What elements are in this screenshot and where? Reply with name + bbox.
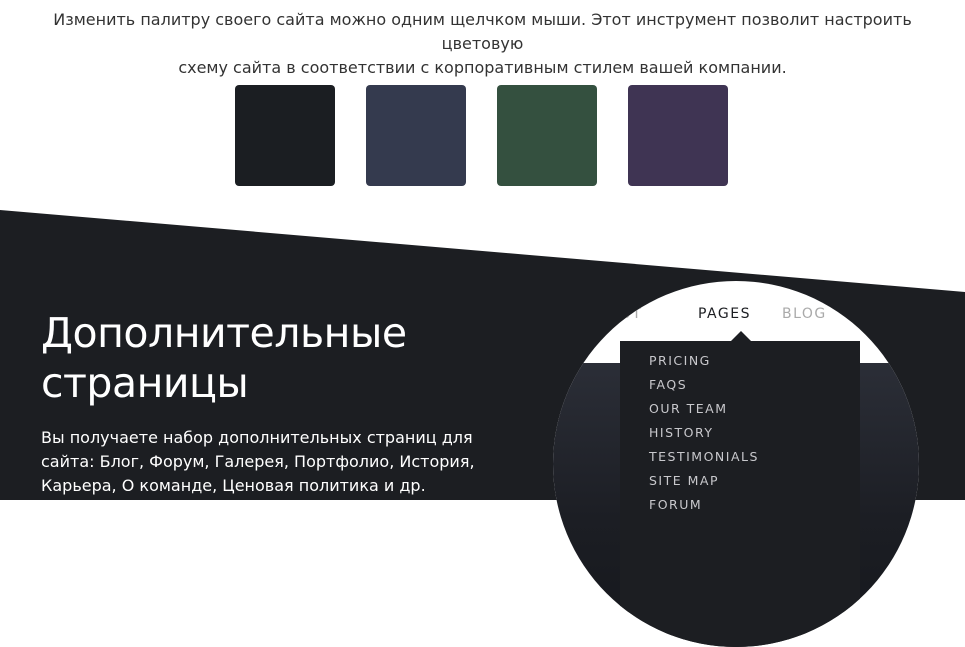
pages-menu-preview: OUT PAGES BLOG PRICING FAQS OUR TEAM HIS… (553, 281, 919, 647)
dropdown-item-history[interactable]: HISTORY (620, 421, 860, 445)
color-swatch-black[interactable] (235, 85, 335, 186)
intro-line-2: схему сайта в соответствии с корпоративн… (178, 58, 787, 77)
section-title: Дополнительные страницы (41, 308, 407, 408)
dropdown-item-site-map[interactable]: SITE MAP (620, 469, 860, 493)
nav-blog[interactable]: BLOG (782, 306, 827, 322)
color-swatch-slate[interactable] (366, 85, 466, 186)
dropdown-item-testimonials[interactable]: TESTIMONIALS (620, 445, 860, 469)
color-swatch-purple[interactable] (628, 85, 728, 186)
dropdown-caret-icon (731, 331, 751, 341)
section-description: Вы получаете набор дополнительных страни… (41, 428, 475, 495)
pages-dropdown: PRICING FAQS OUR TEAM HISTORY TESTIMONIA… (620, 341, 860, 647)
intro-line-1: Изменить палитру своего сайта можно одни… (53, 10, 912, 53)
intro-text: Изменить палитру своего сайта можно одни… (40, 8, 925, 80)
nav-about[interactable]: OUT (608, 306, 642, 322)
dropdown-item-our-team[interactable]: OUR TEAM (620, 397, 860, 421)
color-swatch-green[interactable] (497, 85, 597, 186)
dropdown-item-faqs[interactable]: FAQS (620, 373, 860, 397)
section-title-line-2: страницы (41, 359, 249, 407)
nav-pages[interactable]: PAGES (698, 306, 751, 322)
section-title-line-1: Дополнительные (41, 309, 407, 357)
dropdown-item-pricing[interactable]: PRICING (620, 349, 860, 373)
dropdown-item-forum[interactable]: FORUM (620, 493, 860, 517)
